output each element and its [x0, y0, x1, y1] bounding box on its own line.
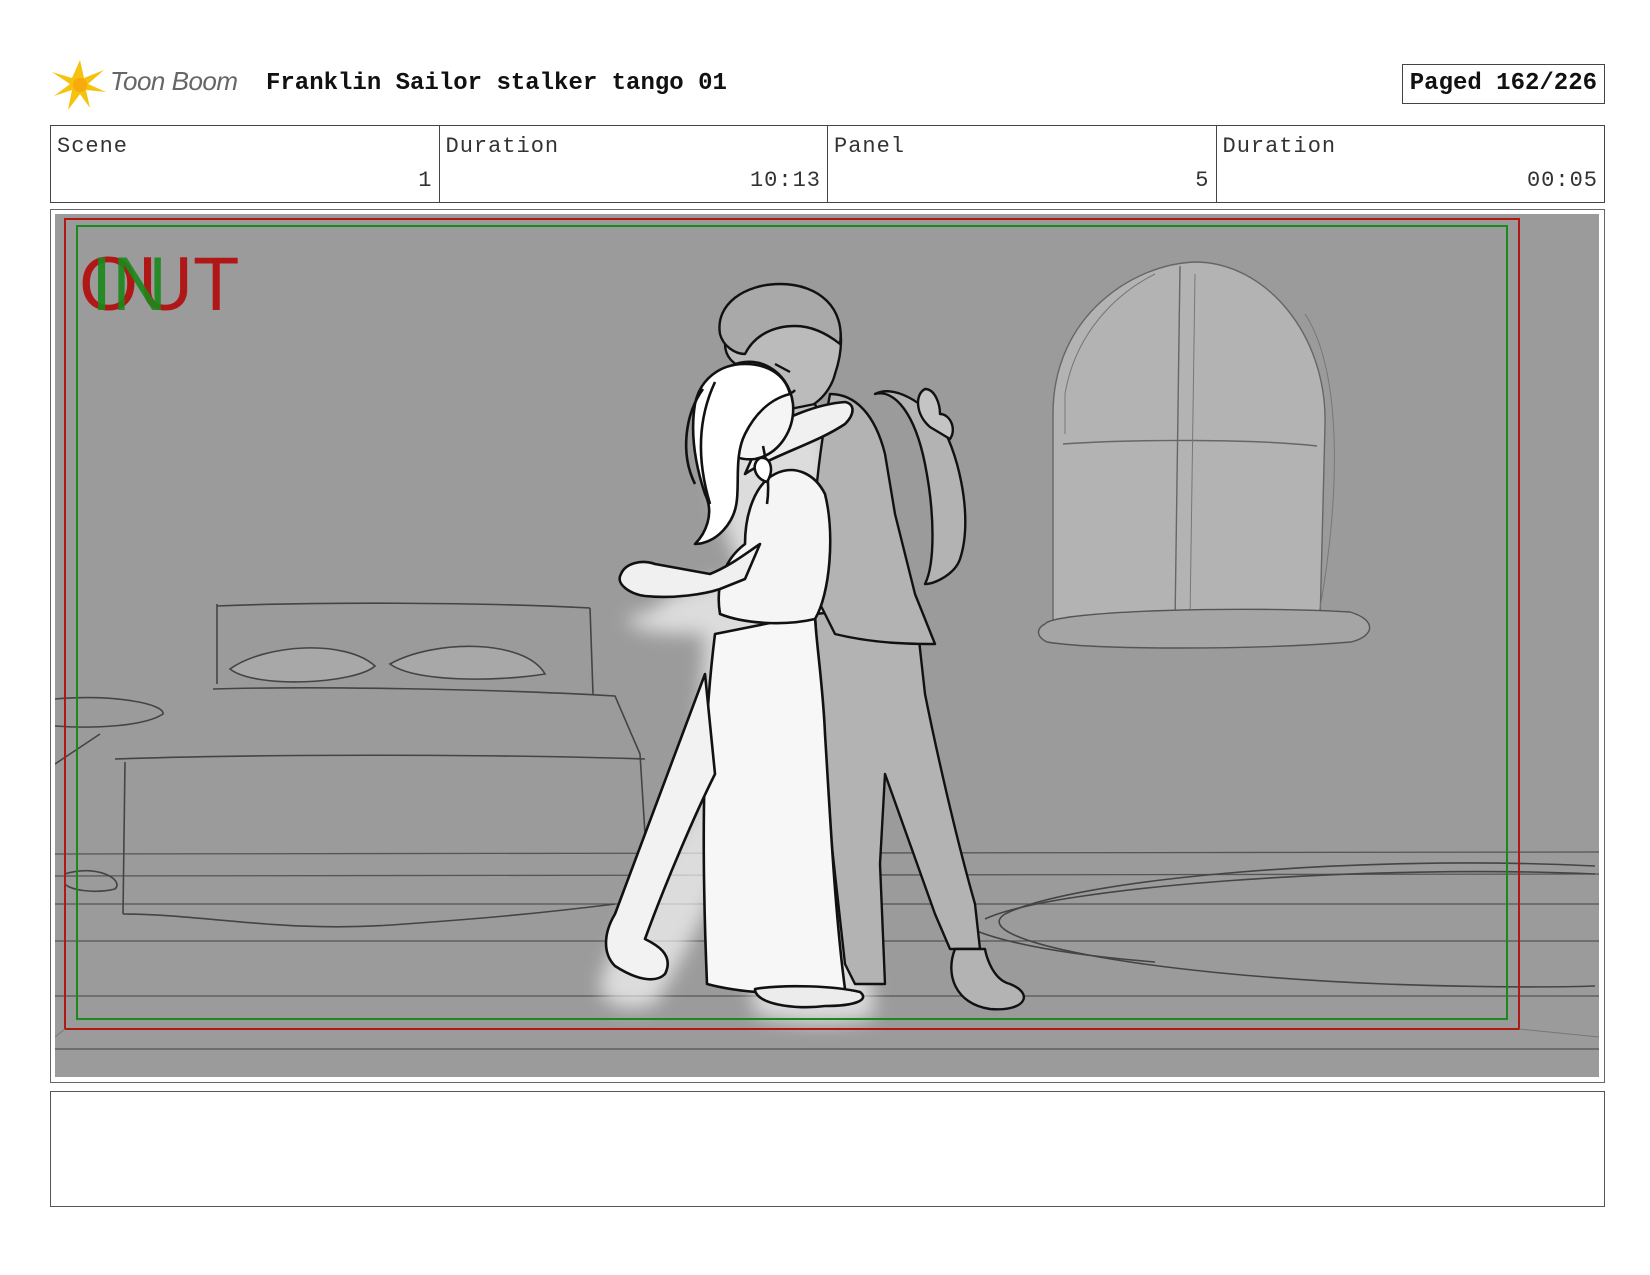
panel-duration-value: 00:05	[1526, 168, 1598, 193]
panel-value: 5	[1195, 168, 1210, 193]
panel-duration-label: Duration	[1222, 134, 1337, 159]
document-title: Franklin Sailor stalker tango 01	[266, 70, 727, 97]
panel-cell: Panel 5	[828, 126, 1217, 202]
notes-box	[50, 1091, 1605, 1207]
scene-label: Scene	[57, 134, 129, 159]
starburst-icon	[52, 60, 106, 110]
storyboard-panel: OUT IN	[50, 209, 1605, 1083]
scene-cell: Scene 1	[51, 126, 440, 202]
scene-duration-value: 10:13	[749, 168, 821, 193]
toon-boom-logo: Toon Boom	[50, 56, 250, 112]
in-overlay: IN	[91, 242, 167, 327]
scene-duration-label: Duration	[445, 134, 560, 159]
header: Toon Boom Franklin Sailor stalker tango …	[50, 56, 1605, 112]
scene-value: 1	[418, 168, 433, 193]
panel-duration-cell: Duration 00:05	[1217, 126, 1605, 202]
logo-text: Toon Boom	[110, 66, 238, 96]
scene-info-row: Scene 1 Duration 10:13 Panel 5 Duration …	[50, 125, 1605, 203]
scene-duration-cell: Duration 10:13	[440, 126, 828, 202]
panel-drawing: OUT IN	[55, 214, 1599, 1077]
page-counter: Paged 162/226	[1401, 64, 1605, 104]
panel-label: Panel	[834, 134, 906, 159]
